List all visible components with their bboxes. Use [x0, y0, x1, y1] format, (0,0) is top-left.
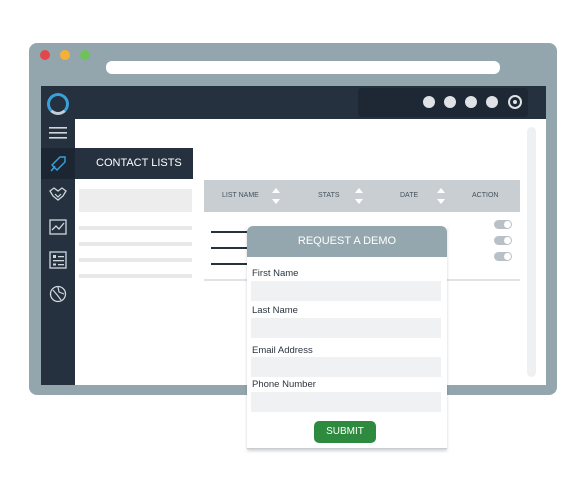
sidebar-item-partners[interactable]	[41, 179, 75, 210]
chart-icon	[49, 219, 67, 235]
list-item[interactable]	[79, 226, 192, 230]
table-row[interactable]	[211, 263, 251, 265]
first-name-field[interactable]	[251, 281, 441, 301]
column-header-date[interactable]: DATE	[400, 180, 418, 212]
list-search-box[interactable]	[79, 189, 192, 212]
action-toggle[interactable]	[494, 220, 512, 229]
submit-button[interactable]: SUBMIT	[314, 421, 376, 443]
sidebar-item-forms[interactable]	[41, 244, 75, 275]
phone-number-field[interactable]	[251, 392, 441, 412]
email-address-field[interactable]	[251, 357, 441, 377]
table-row[interactable]	[211, 231, 251, 233]
action-toggle[interactable]	[494, 252, 512, 261]
column-header-list-name[interactable]: LIST NAME	[222, 180, 259, 212]
sort-arrows-icon[interactable]	[436, 188, 446, 204]
sidebar-item-menu[interactable]	[41, 119, 75, 150]
list-item[interactable]	[79, 274, 192, 278]
status-dot-icon[interactable]	[465, 96, 477, 108]
status-dot-icon[interactable]	[486, 96, 498, 108]
last-name-label: Last Name	[252, 305, 298, 316]
form-icon	[49, 251, 67, 269]
close-window-button[interactable]	[40, 50, 50, 60]
rocket-icon	[50, 156, 66, 172]
globe-icon	[49, 285, 67, 303]
sidebar-item-global[interactable]	[41, 278, 75, 309]
form-title: REQUEST A DEMO	[247, 226, 447, 257]
last-name-field[interactable]	[251, 318, 441, 338]
action-toggle[interactable]	[494, 236, 512, 245]
status-dot-icon[interactable]	[444, 96, 456, 108]
minimize-window-button[interactable]	[60, 50, 70, 60]
column-header-stats[interactable]: STATS	[318, 180, 340, 212]
email-address-label: Email Address	[252, 345, 313, 356]
handshake-icon	[49, 187, 67, 201]
sidebar-item-campaigns[interactable]	[41, 148, 75, 179]
sort-arrows-icon[interactable]	[354, 188, 364, 204]
top-bar-controls	[358, 88, 528, 117]
sort-arrows-icon[interactable]	[271, 188, 281, 204]
sidebar-item-reports[interactable]	[41, 212, 75, 243]
status-dot-icon[interactable]	[423, 96, 435, 108]
column-header-action: ACTION	[472, 192, 499, 199]
first-name-label: First Name	[252, 268, 299, 279]
settings-ring-icon[interactable]	[508, 95, 522, 109]
list-item[interactable]	[79, 258, 192, 262]
hamburger-menu-icon	[49, 127, 67, 139]
logo-icon	[47, 93, 69, 115]
maximize-window-button[interactable]	[80, 50, 90, 60]
scrollbar[interactable]	[527, 127, 536, 377]
table-row[interactable]	[211, 247, 251, 249]
list-item[interactable]	[79, 242, 192, 246]
address-bar[interactable]	[106, 61, 500, 74]
phone-number-label: Phone Number	[252, 379, 316, 390]
tab-contact-lists[interactable]: CONTACT LISTS	[75, 148, 193, 179]
table-header: LIST NAME STATS DATE ACTION	[204, 180, 520, 212]
